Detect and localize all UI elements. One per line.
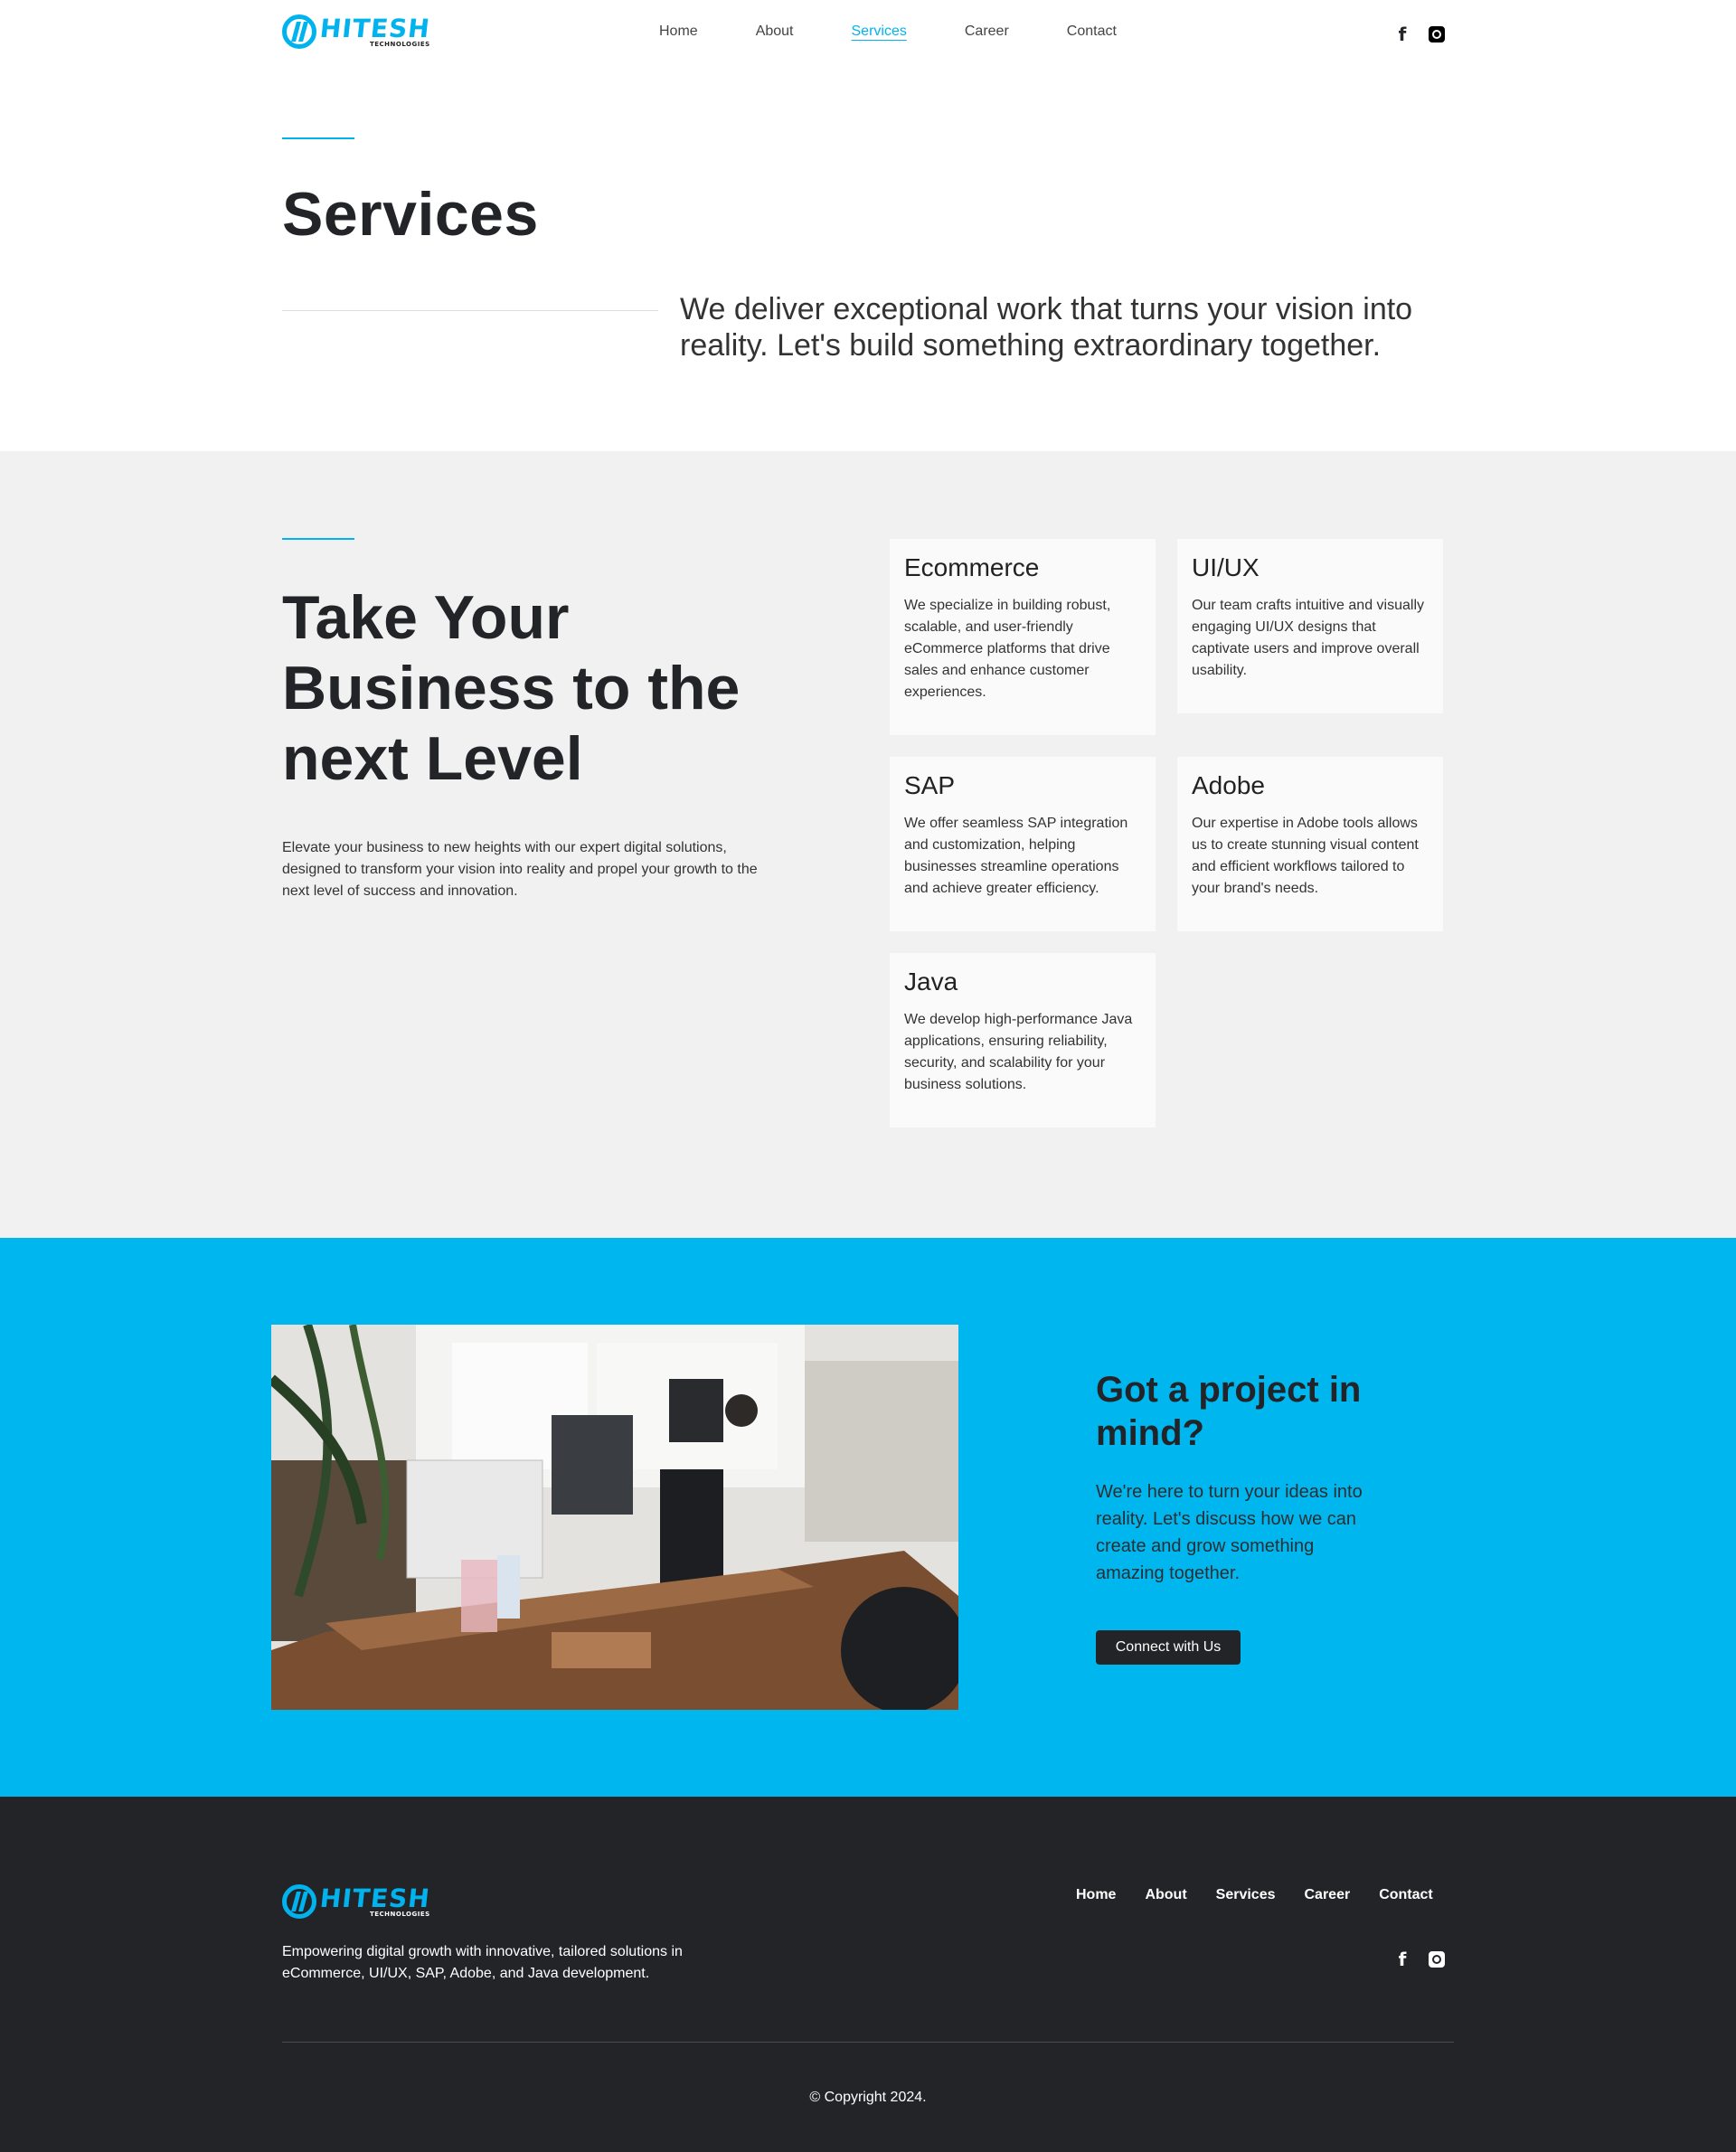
service-card-title: UI/UX <box>1192 553 1260 581</box>
facebook-icon[interactable]: f <box>1394 24 1410 44</box>
hero-accent-line <box>282 137 354 139</box>
instagram-icon[interactable] <box>1429 26 1445 42</box>
services-section: Take Your Business to the next Level Ele… <box>0 451 1736 1238</box>
services-description: Elevate your business to new heights wit… <box>282 840 758 899</box>
nav-career[interactable]: Career <box>965 24 1009 40</box>
footer-logo[interactable]: HITESH TECHNOLOGIES <box>282 1883 432 1919</box>
service-card-text: Our expertise in Adobe tools allows us t… <box>1192 816 1419 896</box>
service-card-uiux: UI/UX Our team crafts intuitive and visu… <box>1177 539 1443 713</box>
service-card-text: We specialize in building robust, scalab… <box>904 598 1111 700</box>
service-card-text: We offer seamless SAP integration and cu… <box>904 816 1128 896</box>
nav-home[interactable]: Home <box>659 24 698 40</box>
hero-divider <box>282 310 658 311</box>
services-accent-line <box>282 538 354 540</box>
nav-services[interactable]: Services <box>852 24 907 40</box>
copyright: © Copyright 2024. <box>809 2090 927 2105</box>
footer-social: f <box>1394 1949 1445 1969</box>
cta-description: We're here to turn your ideas into reali… <box>1096 1482 1363 1583</box>
logo[interactable]: HITESH TECHNOLOGIES <box>282 13 432 49</box>
service-card-text: Our team crafts intuitive and visually e… <box>1192 598 1424 678</box>
service-card-adobe: Adobe Our expertise in Adobe tools allow… <box>1177 757 1443 931</box>
footer-nav-services[interactable]: Services <box>1216 1887 1276 1903</box>
service-card-title: Java <box>904 967 958 996</box>
service-card-title: Adobe <box>1192 771 1265 799</box>
service-card-java: Java We develop high-performance Java ap… <box>890 953 1156 1128</box>
logo-mark-icon <box>282 14 316 49</box>
footer-nav-about[interactable]: About <box>1145 1887 1186 1903</box>
hero-description: We deliver exceptional work that turns y… <box>680 292 1413 363</box>
footer-divider <box>282 2042 1454 2043</box>
cta-heading: Got a project in mind? <box>1096 1370 1362 1453</box>
instagram-icon[interactable] <box>1429 1951 1445 1968</box>
cta-section: Got a project in mind? We're here to tur… <box>0 1238 1736 1797</box>
office-photo <box>271 1325 958 1710</box>
office-photo-illustration <box>271 1325 958 1710</box>
service-card-sap: SAP We offer seamless SAP integration an… <box>890 757 1156 931</box>
service-card-text: We develop high-performance Java applica… <box>904 1012 1133 1092</box>
service-card-ecommerce: Ecommerce We specialize in building robu… <box>890 539 1156 735</box>
footer-description: Empowering digital growth with innovativ… <box>282 1944 683 1981</box>
footer-nav: Home About Services Career Contact <box>1047 1887 1433 1903</box>
logo-wordmark: HITESH <box>318 1883 432 1913</box>
nav-about[interactable]: About <box>756 24 794 40</box>
facebook-icon[interactable]: f <box>1394 1949 1410 1969</box>
site-header: HITESH TECHNOLOGIES Home About Services … <box>0 0 1736 67</box>
service-card-title: Ecommerce <box>904 553 1040 581</box>
footer-nav-home[interactable]: Home <box>1076 1887 1116 1903</box>
header-social: f <box>1394 24 1445 44</box>
services-heading: Take Your Business to the next Level <box>282 583 741 793</box>
main-nav: Home About Services Career Contact <box>659 24 1175 40</box>
connect-button[interactable]: Connect with Us <box>1096 1630 1241 1665</box>
service-card-title: SAP <box>904 771 956 799</box>
footer-nav-career[interactable]: Career <box>1305 1887 1351 1903</box>
footer-nav-contact[interactable]: Contact <box>1379 1887 1433 1903</box>
logo-mark-icon <box>282 1884 316 1919</box>
nav-contact[interactable]: Contact <box>1067 24 1117 40</box>
site-footer: HITESH TECHNOLOGIES Empowering digital g… <box>0 1797 1736 2152</box>
logo-wordmark: HITESH <box>318 13 432 43</box>
page-title: Services <box>282 180 539 249</box>
